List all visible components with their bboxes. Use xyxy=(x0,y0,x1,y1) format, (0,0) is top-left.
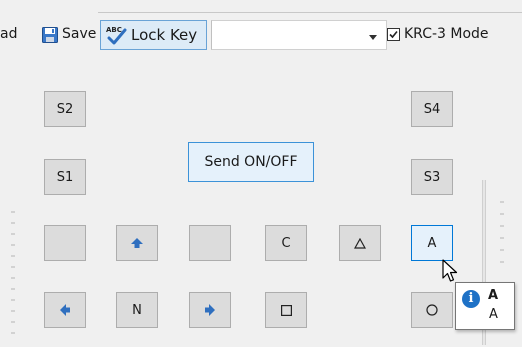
a-button[interactable]: A xyxy=(411,225,453,261)
blank-key-left[interactable] xyxy=(44,225,86,261)
right-button[interactable] xyxy=(189,292,231,328)
square-icon xyxy=(280,304,292,316)
tooltip-title: A xyxy=(488,288,499,303)
s2-button[interactable]: S2 xyxy=(44,91,86,127)
arrow-left-icon xyxy=(60,304,70,316)
lock-key-button[interactable]: ABC Lock Key xyxy=(100,20,207,50)
svg-text:ABC: ABC xyxy=(106,26,122,34)
krc3-mode-checkbox[interactable] xyxy=(387,28,400,41)
toolbar: ad Save ABC Lock Key KRC-3 Mode xyxy=(0,0,522,70)
tooltip: i A A xyxy=(455,282,515,330)
circle-icon xyxy=(426,304,438,316)
info-icon: i xyxy=(462,290,480,308)
dropdown-arrow-icon[interactable] xyxy=(369,35,377,40)
blank-key-mid[interactable] xyxy=(189,225,231,261)
triangle-icon xyxy=(354,237,366,249)
krc3-mode-label[interactable]: KRC-3 Mode xyxy=(404,25,489,43)
save-button[interactable]: Save xyxy=(62,25,96,43)
s4-button[interactable]: S4 xyxy=(411,91,453,127)
n-button[interactable]: N xyxy=(116,292,158,328)
arrow-up-icon xyxy=(131,238,143,248)
tooltip-text: A xyxy=(489,307,498,322)
circle-button[interactable] xyxy=(411,292,453,328)
spellcheck-icon: ABC xyxy=(105,24,127,46)
s3-button[interactable]: S3 xyxy=(411,159,453,195)
send-on-off-button[interactable]: Send ON/OFF xyxy=(188,142,314,182)
c-button[interactable]: C xyxy=(265,225,307,261)
s1-button[interactable]: S1 xyxy=(44,159,86,195)
arrow-right-icon xyxy=(205,304,215,316)
key-combo-box[interactable] xyxy=(211,20,387,50)
load-button-label[interactable]: ad xyxy=(0,25,17,43)
up-button[interactable] xyxy=(116,225,158,261)
slider-ticks-left xyxy=(11,211,15,334)
lock-key-label: Lock Key xyxy=(131,26,198,44)
square-button[interactable] xyxy=(265,292,307,328)
left-button[interactable] xyxy=(44,292,86,328)
krc-keypad-window: ad Save ABC Lock Key KRC-3 Mode S2 S4 S1… xyxy=(0,0,522,347)
toolbar-separator xyxy=(98,0,522,13)
floppy-disk-icon[interactable] xyxy=(42,27,58,43)
triangle-button[interactable] xyxy=(339,225,381,261)
